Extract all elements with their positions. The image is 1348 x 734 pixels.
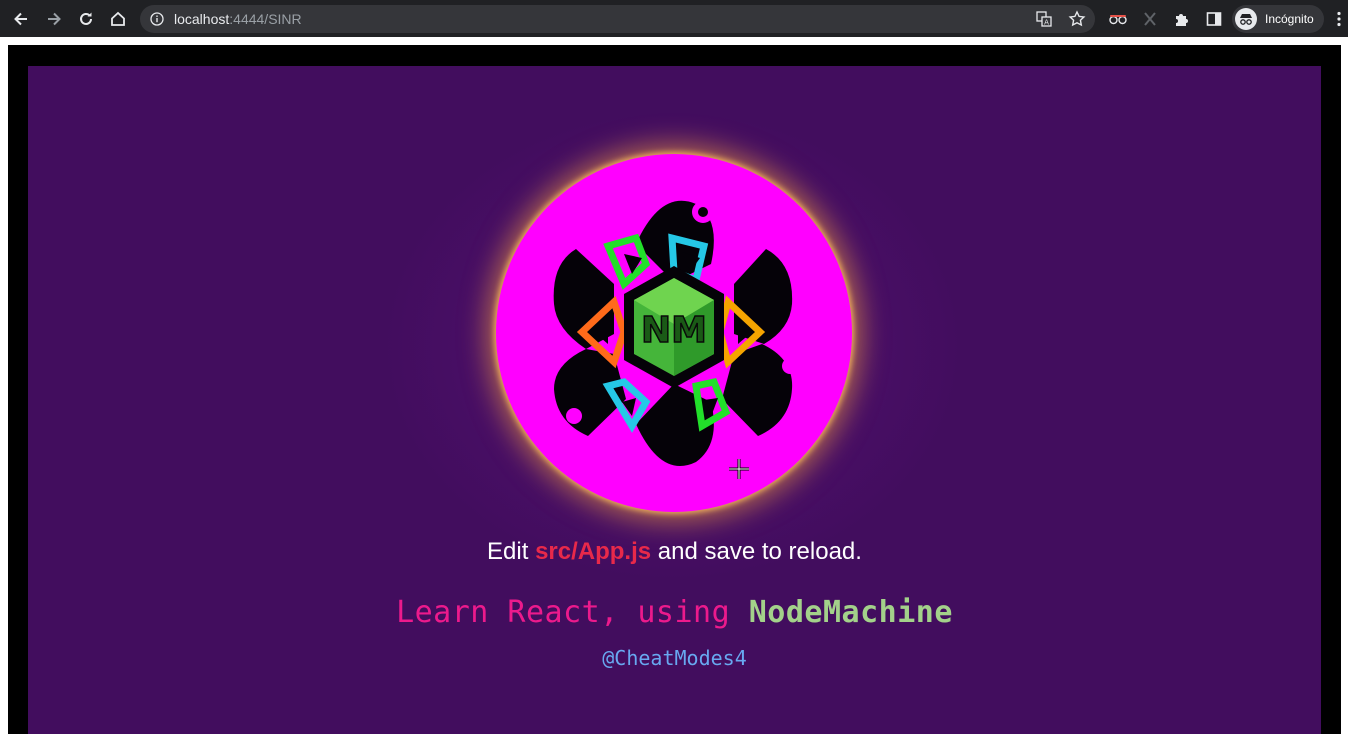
author-handle: @CheatModes4: [602, 646, 747, 670]
reload-icon[interactable]: [73, 6, 99, 32]
forward-icon[interactable]: [41, 6, 67, 32]
nodemachine-logo-icon: NM: [553, 200, 798, 467]
incognito-avatar-icon: [1235, 8, 1257, 35]
url-text: localhost:4444/SINR: [174, 11, 302, 27]
learn-nodemachine: NodeMachine: [748, 595, 953, 630]
incognito-glasses-icon[interactable]: [1105, 6, 1131, 32]
crosshair-cursor-icon: [729, 459, 749, 479]
more-icon[interactable]: [1331, 6, 1347, 32]
learn-prefix: Learn React, using: [396, 595, 749, 630]
edit-suffix: and save to reload.: [651, 538, 862, 565]
star-icon[interactable]: [1068, 10, 1086, 33]
browser-toolbar: localhost:4444/SINR A Incógnito: [0, 0, 1348, 37]
sidepanel-icon[interactable]: [1201, 6, 1227, 32]
app-logo: NM: [496, 154, 852, 512]
app-header: NM Edit src/App.js and save to reload. L…: [28, 66, 1321, 734]
translate-icon[interactable]: A: [1036, 11, 1052, 32]
info-icon[interactable]: [150, 12, 164, 31]
url-path: :4444/SINR: [229, 11, 302, 27]
profile-incognito-button[interactable]: Incógnito: [1232, 5, 1324, 33]
edit-instruction: Edit src/App.js and save to reload.: [28, 538, 1321, 566]
home-icon[interactable]: [105, 6, 131, 32]
address-bar[interactable]: localhost:4444/SINR A: [140, 5, 1095, 33]
back-icon[interactable]: [8, 6, 34, 32]
puzzle-icon[interactable]: [1169, 6, 1195, 32]
learn-react-link[interactable]: Learn React, using NodeMachine: [28, 595, 1321, 630]
svg-text:A: A: [1044, 19, 1049, 27]
edit-prefix: Edit: [487, 538, 536, 565]
profile-label: Incógnito: [1265, 12, 1314, 26]
logo-text: NM: [641, 310, 707, 351]
edit-code-path: src/App.js: [535, 538, 652, 565]
x-extension-icon[interactable]: [1137, 6, 1163, 32]
url-host: localhost: [174, 11, 230, 27]
